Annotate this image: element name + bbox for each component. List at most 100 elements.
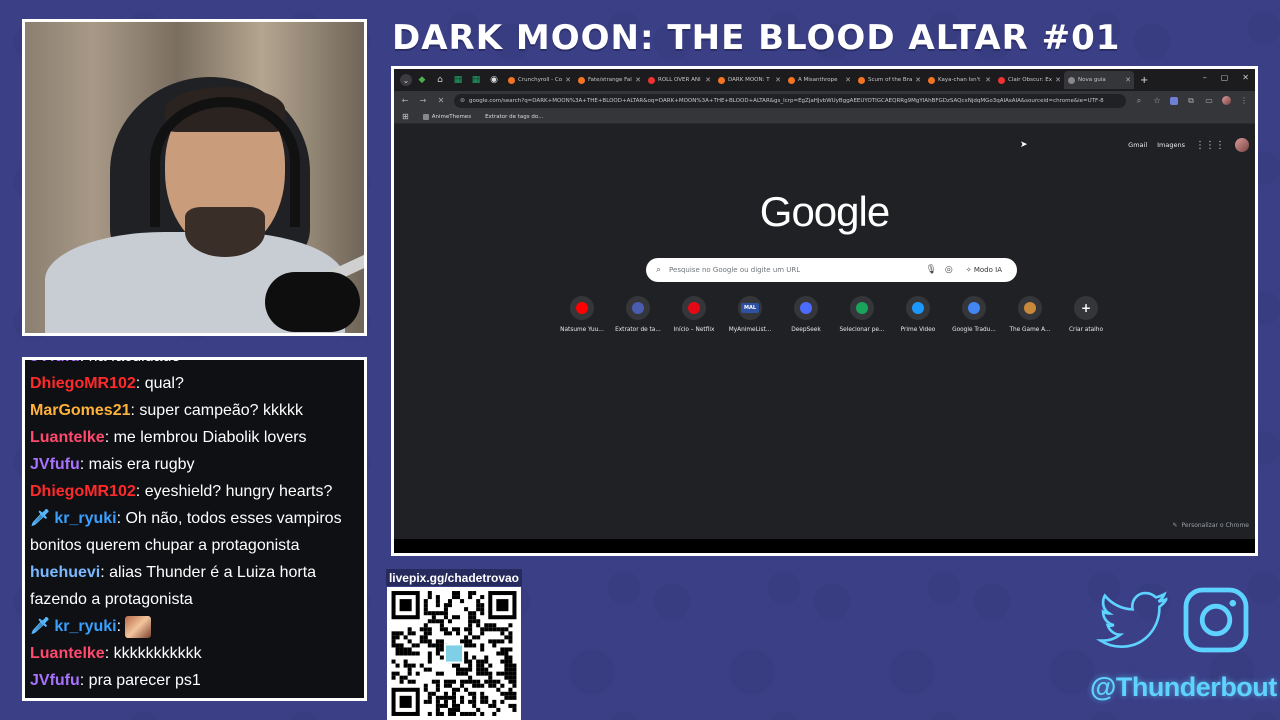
google-account-avatar[interactable]	[1235, 138, 1249, 152]
google-apps-icon[interactable]: ⋮⋮⋮	[1195, 140, 1225, 151]
back-button[interactable]: ←	[400, 96, 410, 105]
menu-icon[interactable]: ⋮	[1239, 96, 1249, 105]
browser-tab[interactable]: Scum of the Bra ✕	[854, 71, 924, 89]
shortcut-tile[interactable]: Extrator de ta...	[610, 296, 666, 333]
pinned-tab-sheets[interactable]: ▦	[450, 72, 466, 88]
browser-tab[interactable]: Nova guia ✕	[1064, 71, 1134, 89]
shortcut-tile[interactable]: Prime Video	[890, 296, 946, 333]
zoom-icon[interactable]: ⌕	[1134, 96, 1144, 106]
shortcut-tile[interactable]: Início – Netflix	[666, 296, 722, 333]
browser-tab[interactable]: DARK MOON: T ✕	[714, 71, 784, 89]
prime-video-icon-dot	[912, 302, 924, 314]
browser-tab[interactable]: Crunchyroll - Co ✕	[504, 71, 574, 89]
shortcut-label: Extrator de ta...	[615, 327, 661, 333]
chat-text: mais era rugby	[88, 456, 195, 473]
shortcut-label: Prime Video	[900, 327, 936, 333]
chat-messages: JVfufu: na faculdade DhiegoMR102: qual? Ma…	[30, 360, 360, 694]
close-tab-icon[interactable]: ✕	[565, 76, 571, 84]
close-tab-icon[interactable]: ✕	[775, 76, 781, 84]
tab-title: Fate/strange Fal	[588, 77, 632, 83]
browser-tab[interactable]: Kaya-chan Isn't ✕	[924, 71, 994, 89]
close-tab-icon[interactable]: ✕	[635, 76, 641, 84]
shortcut-tile[interactable]: Selecionar pe...	[834, 296, 890, 333]
bookmark-animethemes[interactable]: AnimeThemes	[422, 113, 471, 120]
bookmark-extractor[interactable]: Extrator de tags do...	[485, 114, 543, 120]
ai-mode-button[interactable]: ✧ Modo IA	[961, 264, 1007, 276]
close-tab-icon[interactable]: ✕	[845, 76, 851, 84]
chat-message: DhiegoMR102: qual?	[30, 375, 184, 392]
browser-toolbar: ← → ✕ ⊚ google.com/search?q=DARK+MOON%3A…	[394, 91, 1255, 110]
pinned-tab-3[interactable]: ◉	[486, 72, 502, 88]
browser-tab[interactable]: ROLL OVER ANI ✕	[644, 71, 714, 89]
gmail-link[interactable]: Gmail	[1128, 141, 1147, 149]
profile-avatar[interactable]	[1222, 96, 1231, 105]
search-placeholder: Pesquise no Google ou digite um URL	[669, 266, 801, 274]
game-awards-icon	[1018, 296, 1042, 320]
site-info-icon[interactable]: ⊚	[460, 97, 465, 104]
chat-username[interactable]: kr_ryuki	[54, 510, 116, 527]
chat-username[interactable]: Luantelke	[30, 429, 105, 446]
bookmark-favicon	[422, 113, 429, 120]
browser-tab[interactable]: Fate/strange Fal ✕	[574, 71, 644, 89]
netflix-icon	[682, 296, 706, 320]
chat-username[interactable]: kr_ryuki	[54, 618, 116, 635]
chat-username[interactable]: JVfufu	[30, 360, 80, 365]
voice-search-icon[interactable]: 🎙	[925, 265, 936, 275]
chat-username[interactable]: JVfufu	[30, 456, 80, 473]
shortcut-tile[interactable]: The Game A...	[1002, 296, 1058, 333]
chat-username[interactable]: MarGomes21	[30, 402, 131, 419]
chat-panel[interactable]: JVfufu: na faculdade DhiegoMR102: qual? Ma…	[22, 357, 367, 701]
chat-username[interactable]: Luantelke	[30, 645, 105, 662]
shortcut-tile[interactable]: Google Tradu...	[946, 296, 1002, 333]
youtube-icon-dot	[576, 302, 588, 314]
pinned-tab-1[interactable]: ◆	[414, 72, 430, 88]
shortcut-label: Selecionar pe...	[839, 327, 885, 333]
chat-username[interactable]: DhiegoMR102	[30, 483, 136, 500]
select-icon-dot	[856, 302, 868, 314]
close-tab-icon[interactable]: ✕	[985, 76, 991, 84]
pinned-tab-sheets-2[interactable]: ▦	[468, 72, 484, 88]
tab-title: Scum of the Bra	[868, 77, 913, 83]
close-tab-icon[interactable]: ✕	[1125, 76, 1131, 84]
stop-button[interactable]: ✕	[436, 96, 446, 105]
google-lens-icon[interactable]: ◎	[945, 265, 953, 275]
shortcut-label: Natsume Yuu...	[560, 327, 604, 333]
close-tab-icon[interactable]: ✕	[1055, 76, 1061, 84]
shortcut-tile[interactable]: + Criar atalho	[1058, 296, 1114, 333]
chat-username[interactable]: huehuevi	[30, 564, 100, 581]
images-link[interactable]: Imagens	[1157, 141, 1185, 149]
shortcut-tile[interactable]: DeepSeek	[778, 296, 834, 333]
browser-window[interactable]: ⌄ ◆ ⌂ ▦ ▦ ◉ Crunchyroll - Co ✕ Fate/strang…	[391, 66, 1258, 556]
forward-button[interactable]: →	[418, 96, 428, 105]
tab-favicon-icon	[928, 76, 935, 84]
shortcut-tile[interactable]: Natsume Yuu...	[554, 296, 610, 333]
tab-list: Crunchyroll - Co ✕ Fate/strange Fal ✕ ROLL O…	[504, 71, 1134, 89]
maximize-button[interactable]: ▢	[1221, 73, 1229, 82]
chat-username[interactable]: JVfufu	[30, 672, 80, 689]
address-bar[interactable]: ⊚ google.com/search?q=DARK+MOON%3A+THE+B…	[454, 93, 1126, 108]
google-search-box[interactable]: ⌕ Pesquise no Google ou digite um URL 🎙 …	[646, 258, 1017, 282]
minimize-button[interactable]: –	[1203, 73, 1207, 82]
pinned-tab-2[interactable]: ⌂	[432, 72, 448, 88]
close-tab-icon[interactable]: ✕	[915, 76, 921, 84]
tab-search-icon[interactable]: ⌄	[400, 74, 412, 86]
shortcut-tile[interactable]: MAL MyAnimeList...	[722, 296, 778, 333]
cast-icon[interactable]: ▭	[1204, 96, 1214, 105]
browser-tab[interactable]: A Misanthrope ✕	[784, 71, 854, 89]
customize-chrome-button[interactable]: ✎ Personalizar o Chrome	[1172, 522, 1249, 529]
shortcut-label: DeepSeek	[791, 327, 821, 333]
browser-tab[interactable]: Clair Obscur: Ex ✕	[994, 71, 1064, 89]
extension-icon[interactable]	[1170, 96, 1178, 105]
bookmark-label: Extrator de tags do...	[485, 113, 544, 120]
deepseek-icon	[794, 296, 818, 320]
close-window-button[interactable]: ✕	[1242, 73, 1249, 82]
close-tab-icon[interactable]: ✕	[705, 76, 711, 84]
extensions-puzzle-icon[interactable]: ⧉	[1186, 96, 1196, 106]
apps-icon[interactable]: ⊞	[402, 112, 409, 121]
livepix-url: livepix.gg/chadetrovao	[386, 569, 522, 586]
tab-favicon-icon	[858, 76, 865, 84]
bookmark-star-icon[interactable]: ☆	[1152, 96, 1162, 105]
chat-message: JVfufu: mais era rugby	[30, 456, 195, 473]
chat-username[interactable]: DhiegoMR102	[30, 375, 136, 392]
new-tab-button[interactable]: +	[1140, 75, 1148, 86]
